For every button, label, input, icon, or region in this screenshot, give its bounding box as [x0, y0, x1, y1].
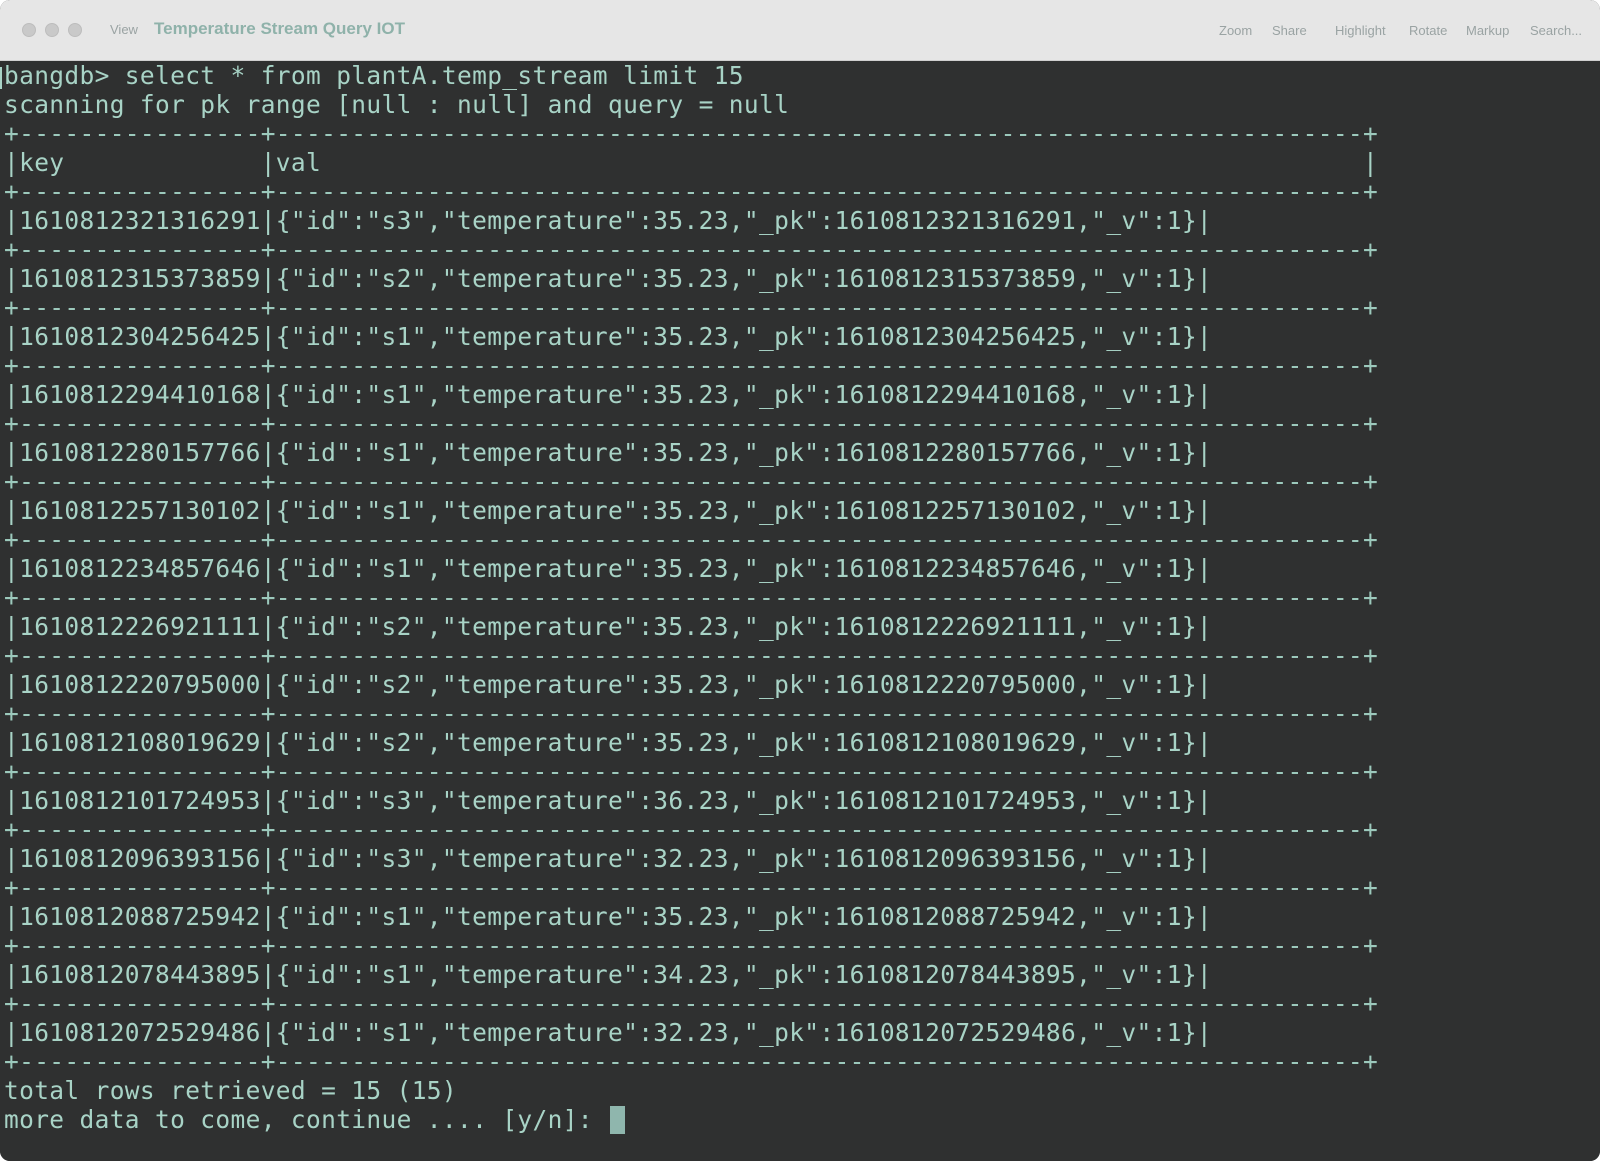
table-row: |1610812315373859|{"id":"s2","temperatur…: [4, 264, 1213, 293]
zoom-button[interactable]: Zoom: [1219, 23, 1252, 38]
table-border: +----------------+----------------------…: [4, 235, 1379, 264]
table-border: +----------------+----------------------…: [4, 525, 1379, 554]
table-row: |1610812280157766|{"id":"s1","temperatur…: [4, 438, 1213, 467]
table-border: +----------------+----------------------…: [4, 757, 1379, 786]
table-row: |1610812226921111|{"id":"s2","temperatur…: [4, 612, 1213, 641]
highlight-button[interactable]: Highlight: [1335, 23, 1386, 38]
view-menu-button[interactable]: View: [110, 22, 138, 37]
table-row: |1610812220795000|{"id":"s2","temperatur…: [4, 670, 1213, 699]
command-line: bangdb> select * from plantA.temp_stream…: [4, 61, 744, 90]
table-border: +----------------+----------------------…: [4, 815, 1379, 844]
table-border: +----------------+----------------------…: [4, 699, 1379, 728]
share-button[interactable]: Share: [1272, 23, 1307, 38]
table-border: +----------------+----------------------…: [4, 351, 1379, 380]
total-rows-line: total rows retrieved = 15 (15): [4, 1076, 458, 1105]
table-header: |key |val |: [4, 148, 1379, 177]
table-border: +----------------+----------------------…: [4, 641, 1379, 670]
table-row: |1610812321316291|{"id":"s3","temperatur…: [4, 206, 1213, 235]
table-row: |1610812096393156|{"id":"s3","temperatur…: [4, 844, 1213, 873]
table-border: +----------------+----------------------…: [4, 1047, 1379, 1076]
table-row: |1610812072529486|{"id":"s1","temperatur…: [4, 1018, 1213, 1047]
table-border: +----------------+----------------------…: [4, 583, 1379, 612]
title-bar: View Temperature Stream Query IOT Zoom S…: [0, 0, 1600, 61]
table-border: +----------------+----------------------…: [4, 931, 1379, 960]
window-title: Temperature Stream Query IOT: [154, 19, 405, 38]
markup-button[interactable]: Markup: [1466, 23, 1509, 38]
table-border: +----------------+----------------------…: [4, 409, 1379, 438]
table-row: |1610812257130102|{"id":"s1","temperatur…: [4, 496, 1213, 525]
table-row: |1610812088725942|{"id":"s1","temperatur…: [4, 902, 1213, 931]
table-row: |1610812101724953|{"id":"s3","temperatur…: [4, 786, 1213, 815]
zoom-window-button[interactable]: [68, 23, 82, 37]
search-field[interactable]: Search...: [1530, 23, 1582, 38]
prompt-marker: [0, 67, 2, 89]
table-row: |1610812108019629|{"id":"s2","temperatur…: [4, 728, 1213, 757]
table-border: +----------------+----------------------…: [4, 177, 1379, 206]
scan-info-line: scanning for pk range [null : null] and …: [4, 90, 790, 119]
table-border: +----------------+----------------------…: [4, 119, 1379, 148]
table-row: |1610812294410168|{"id":"s1","temperatur…: [4, 380, 1213, 409]
table-border: +----------------+----------------------…: [4, 293, 1379, 322]
terminal-output: bangdb> select * from plantA.temp_stream…: [0, 61, 1600, 1161]
table-row: |1610812304256425|{"id":"s1","temperatur…: [4, 322, 1213, 351]
table-row: |1610812234857646|{"id":"s1","temperatur…: [4, 554, 1213, 583]
continue-prompt-text: more data to come, continue .... [y/n]:: [4, 1105, 609, 1134]
table-border: +----------------+----------------------…: [4, 467, 1379, 496]
rotate-button[interactable]: Rotate: [1409, 23, 1447, 38]
table-border: +----------------+----------------------…: [4, 989, 1379, 1018]
preview-window: View Temperature Stream Query IOT Zoom S…: [0, 0, 1600, 1161]
close-window-button[interactable]: [22, 23, 36, 37]
terminal-cursor[interactable]: [610, 1106, 626, 1134]
table-row: |1610812078443895|{"id":"s1","temperatur…: [4, 960, 1213, 989]
table-border: +----------------+----------------------…: [4, 873, 1379, 902]
minimize-window-button[interactable]: [45, 23, 59, 37]
continue-prompt-line[interactable]: more data to come, continue .... [y/n]:: [4, 1105, 626, 1134]
